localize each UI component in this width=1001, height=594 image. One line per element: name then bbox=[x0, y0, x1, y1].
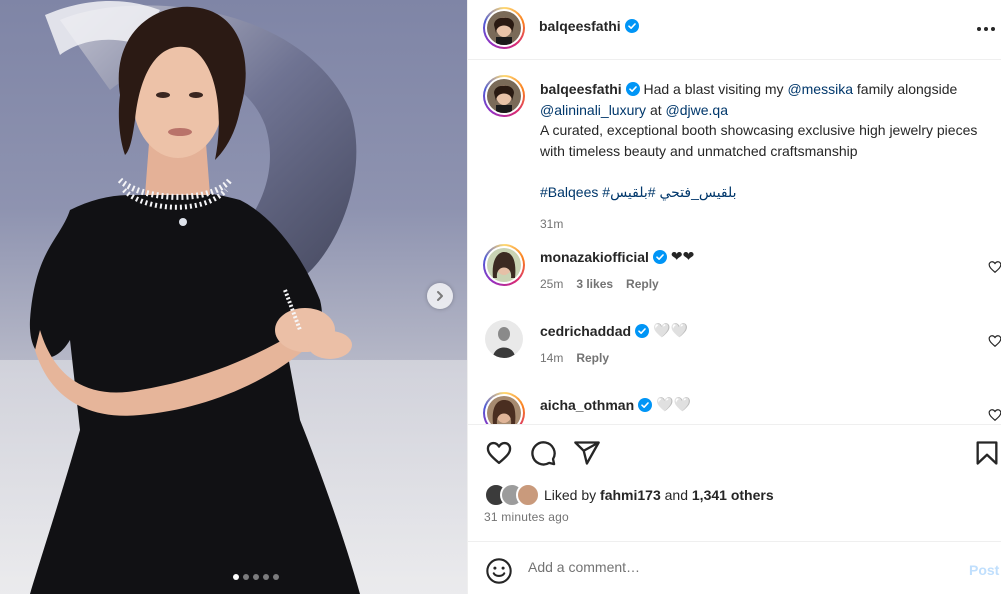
post-comment-button[interactable]: Post bbox=[969, 562, 999, 578]
carousel-dots bbox=[0, 574, 467, 580]
reply-button[interactable]: Reply bbox=[626, 277, 659, 291]
liked-by-others[interactable]: 1,341 others bbox=[692, 487, 774, 503]
liked-by-and: and bbox=[664, 487, 688, 503]
carousel-dot bbox=[243, 574, 249, 580]
caption-text: at bbox=[649, 101, 662, 118]
emoji-icon[interactable] bbox=[485, 557, 513, 585]
comment-time: 25m bbox=[540, 277, 564, 291]
mention-link[interactable]: @alininali_luxury bbox=[540, 102, 646, 118]
post-time-ago: 31 minutes ago bbox=[484, 510, 569, 524]
verified-icon bbox=[624, 19, 639, 33]
liked-by-prefix: Liked by bbox=[544, 487, 597, 503]
caption-text: Had a blast visiting my bbox=[643, 81, 784, 97]
caption-username[interactable]: balqeesfathi bbox=[540, 81, 622, 97]
carousel-dot bbox=[253, 574, 259, 580]
mention-link[interactable]: @messika bbox=[787, 81, 853, 97]
comment-time: 14m bbox=[540, 351, 564, 365]
comment-avatar[interactable] bbox=[483, 244, 525, 286]
comment-likes[interactable]: 3 likes bbox=[576, 277, 613, 291]
caption-body: balqeesfathi Had a blast visiting my @me… bbox=[540, 79, 980, 235]
share-icon[interactable] bbox=[573, 439, 601, 467]
author-username[interactable]: balqeesfathi bbox=[539, 18, 621, 34]
post-photo[interactable] bbox=[0, 0, 467, 594]
heart-icon[interactable] bbox=[485, 439, 513, 467]
verified-icon bbox=[635, 323, 650, 338]
comment-heart-icon[interactable] bbox=[988, 334, 1001, 348]
likes-summary: Liked by fahmi173 and 1,341 others bbox=[484, 482, 774, 508]
photo-illustration bbox=[0, 0, 467, 594]
carousel-dot bbox=[263, 574, 269, 580]
verified-icon bbox=[652, 249, 667, 264]
carousel-dot-active bbox=[233, 574, 239, 580]
author-avatar[interactable] bbox=[483, 7, 525, 49]
caption-text: A curated, exceptional booth showcasing … bbox=[540, 122, 978, 159]
caption-avatar[interactable] bbox=[483, 75, 525, 117]
carousel-dot bbox=[273, 574, 279, 580]
comment-heart-icon[interactable] bbox=[988, 408, 1001, 422]
comments-list[interactable]: balqeesfathi Had a blast visiting my @me… bbox=[468, 61, 1001, 424]
hashtag-link[interactable]: #Balqees bbox=[540, 184, 598, 200]
hashtag-link[interactable]: #بلقيس bbox=[610, 184, 655, 200]
comment-input[interactable] bbox=[528, 559, 948, 575]
caption-time: 31m bbox=[540, 217, 564, 231]
comment-avatar[interactable] bbox=[483, 392, 525, 424]
comment-icon[interactable] bbox=[529, 439, 557, 467]
reply-button[interactable]: Reply bbox=[576, 351, 609, 365]
action-bar bbox=[468, 424, 1001, 480]
post-details-panel: balqeesfathi balqeesfathi Had a blast vi… bbox=[467, 0, 1001, 594]
comment-username[interactable]: cedrichaddad bbox=[540, 323, 631, 339]
post-header: balqeesfathi bbox=[468, 0, 1001, 60]
comment-text: ❤❤ bbox=[670, 248, 695, 264]
chevron-right-icon bbox=[437, 291, 443, 301]
caption-text: family alongside bbox=[856, 81, 958, 97]
comment-text: 🤍🤍 bbox=[653, 322, 688, 338]
comment-username[interactable]: aicha_othman bbox=[540, 397, 634, 413]
bookmark-icon[interactable] bbox=[973, 439, 1001, 467]
comment-username[interactable]: monazakiofficial bbox=[540, 249, 649, 265]
liker-avatars[interactable] bbox=[484, 483, 542, 507]
instagram-post: balqeesfathi balqeesfathi Had a blast vi… bbox=[0, 0, 1001, 594]
add-comment-bar: Post bbox=[468, 541, 1001, 594]
more-icon[interactable] bbox=[974, 17, 998, 41]
verified-icon bbox=[638, 397, 653, 412]
liked-by-user[interactable]: fahmi173 bbox=[600, 487, 661, 503]
comment-text: 🤍🤍 bbox=[656, 396, 692, 412]
mention-link[interactable]: @djwe.qa bbox=[666, 102, 728, 118]
carousel-next-button[interactable] bbox=[427, 283, 453, 309]
verified-icon bbox=[625, 82, 640, 96]
comment-avatar[interactable] bbox=[485, 320, 523, 358]
comment-heart-icon[interactable] bbox=[988, 260, 1001, 274]
